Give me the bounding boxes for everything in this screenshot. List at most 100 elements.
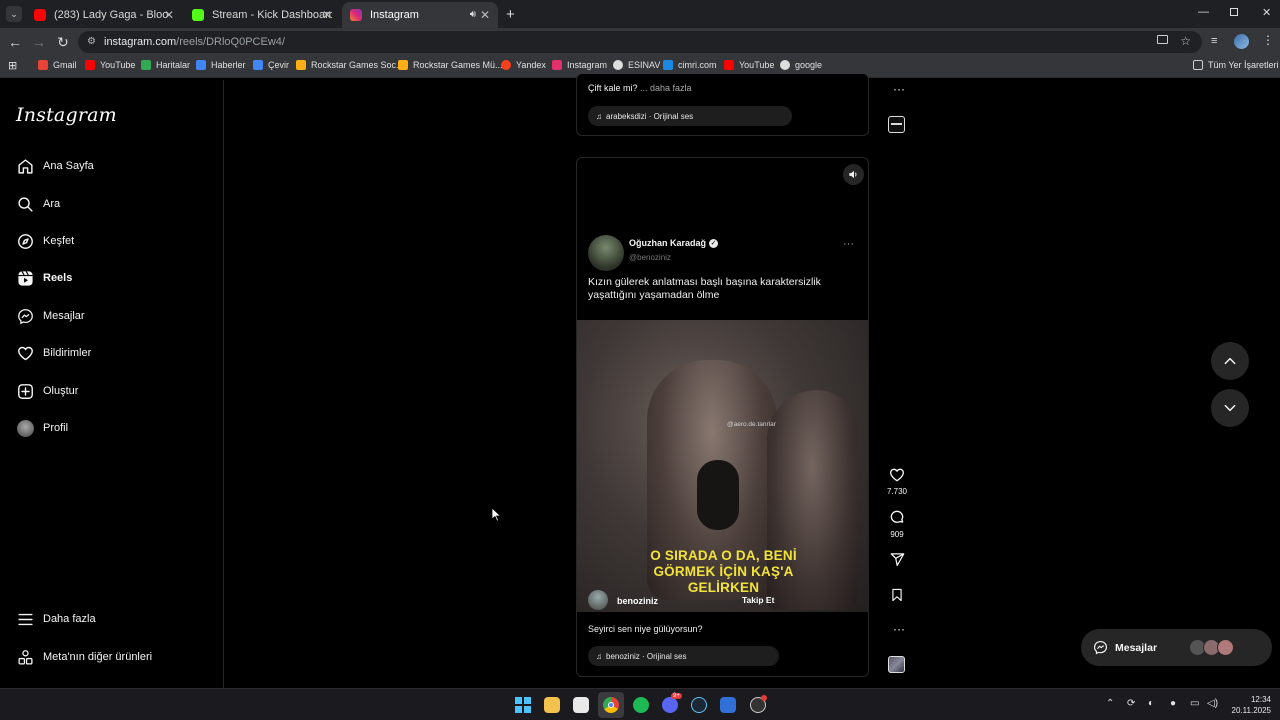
bookmark-label: YouTube bbox=[100, 60, 136, 70]
file-explorer-icon[interactable] bbox=[544, 697, 560, 713]
media-control-icon[interactable]: ≡ bbox=[1211, 35, 1217, 47]
store-icon[interactable] bbox=[573, 697, 589, 713]
messages-floating-button[interactable]: Mesajlar bbox=[1081, 629, 1272, 666]
bookmark-rockstar-music[interactable]: Rockstar Games Mü... bbox=[398, 60, 503, 70]
next-reel-button[interactable] bbox=[1211, 389, 1249, 427]
bookmark-star-icon[interactable]: ☆ bbox=[1180, 34, 1191, 48]
sidebar-item-notifications[interactable]: Bildirimler bbox=[16, 341, 91, 365]
install-app-icon[interactable] bbox=[1157, 35, 1168, 44]
microphone-object bbox=[697, 460, 739, 530]
bookmark-icon bbox=[892, 588, 902, 602]
clock[interactable]: 12:34 20.11.2025 bbox=[1227, 694, 1271, 716]
bookmark-esinav[interactable]: ESINAV bbox=[613, 60, 660, 70]
bookmark-label: Gmail bbox=[53, 60, 77, 70]
search-icon bbox=[16, 195, 34, 213]
speaker-icon[interactable]: 🔊︎ bbox=[470, 9, 476, 20]
discord-icon[interactable]: 9+ bbox=[662, 693, 682, 713]
youtube-icon bbox=[85, 60, 95, 70]
sidebar-item-create[interactable]: Oluştur bbox=[16, 379, 78, 403]
site-info-icon[interactable]: ⚙ bbox=[87, 36, 96, 47]
tab-instagram[interactable]: Instagram 🔊︎ ✕ bbox=[342, 2, 498, 28]
comment-button[interactable] bbox=[888, 509, 906, 530]
close-tab-icon[interactable]: ✕ bbox=[322, 8, 332, 22]
bookmark-rockstar-social[interactable]: Rockstar Games Soc... bbox=[296, 60, 404, 70]
previous-audio-thumbnail[interactable] bbox=[888, 116, 905, 133]
profile-avatar[interactable] bbox=[1234, 34, 1249, 49]
tab-kick[interactable]: Stream - Kick Dashboard ✕ bbox=[184, 2, 340, 28]
follow-button[interactable]: Takip Et bbox=[739, 594, 777, 606]
sound-toggle-button[interactable] bbox=[843, 164, 864, 185]
bookmark-haritalar[interactable]: Haritalar bbox=[141, 60, 190, 70]
previous-more-icon[interactable]: ··· bbox=[888, 82, 910, 96]
reload-icon[interactable]: ↻ bbox=[55, 34, 71, 51]
chrome-menu-icon[interactable]: ⋮ bbox=[1262, 33, 1274, 47]
new-tab-button[interactable]: + bbox=[506, 6, 515, 23]
instagram-logo[interactable]: Instagram bbox=[16, 104, 117, 126]
compass-icon bbox=[16, 232, 34, 250]
like-button[interactable] bbox=[888, 467, 906, 488]
reel-video[interactable]: @aero.de.tanrlar O SIRADA O DA, BENİ GÖR… bbox=[577, 320, 868, 612]
more-link[interactable]: ... daha fazla bbox=[640, 83, 692, 93]
sidebar-item-messages[interactable]: Mesajlar bbox=[16, 304, 85, 328]
bookmark-instagram[interactable]: Instagram bbox=[552, 60, 607, 70]
apps-grid-icon[interactable]: ⊞ bbox=[8, 59, 17, 72]
tab-search-button[interactable]: ⌄ bbox=[6, 6, 22, 22]
bookmark-youtube-2[interactable]: YouTube bbox=[724, 60, 774, 70]
bookmark-yandex[interactable]: Yandex bbox=[501, 60, 546, 70]
share-button[interactable] bbox=[888, 552, 906, 572]
bookmark-cevir[interactable]: Çevir bbox=[253, 60, 289, 70]
reel-more-icon[interactable]: ··· bbox=[888, 622, 910, 636]
gpu-app-icon[interactable] bbox=[750, 695, 767, 713]
close-tab-icon[interactable]: ✕ bbox=[480, 8, 490, 22]
audio-pill[interactable]: ♫ arabeksdizi · Orijinal ses bbox=[588, 106, 792, 126]
reel-author-avatar[interactable] bbox=[588, 590, 608, 610]
spotify-icon[interactable] bbox=[633, 697, 649, 713]
bookmark-cimri[interactable]: cimri.com bbox=[663, 60, 717, 70]
save-button[interactable] bbox=[888, 587, 906, 608]
bookmark-gmail[interactable]: Gmail bbox=[38, 60, 77, 70]
close-window-icon[interactable]: ✕ bbox=[1262, 6, 1271, 19]
steam-tray-icon[interactable]: ◐ bbox=[1148, 698, 1154, 709]
audio-label: benoziniz · Orijinal ses bbox=[606, 651, 687, 661]
sidebar-item-explore[interactable]: Keşfet bbox=[16, 229, 74, 253]
bookmark-label: google bbox=[795, 60, 823, 70]
forward-icon[interactable]: → bbox=[31, 34, 47, 50]
tweet-more-icon[interactable]: ··· bbox=[843, 238, 854, 250]
audio-thumbnail[interactable] bbox=[888, 656, 905, 673]
minimize-icon[interactable]: — bbox=[1198, 6, 1209, 18]
sync-tray-icon[interactable]: ⟳ bbox=[1127, 698, 1135, 709]
sidebar-item-meta[interactable]: Meta'nın diğer ürünleri bbox=[16, 645, 152, 669]
microphone-tray-icon[interactable]: ● bbox=[1170, 698, 1176, 709]
sidebar-item-home[interactable]: Ana Sayfa bbox=[16, 154, 94, 178]
restore-icon[interactable] bbox=[1230, 8, 1238, 16]
sidebar-item-label: Oluştur bbox=[43, 385, 79, 397]
start-button-icon[interactable] bbox=[515, 697, 531, 713]
bookmark-google[interactable]: google bbox=[780, 60, 822, 70]
sidebar-item-profile[interactable]: Profil bbox=[16, 416, 68, 440]
audio-pill[interactable]: ♫ benoziniz · Orijinal ses bbox=[588, 646, 779, 666]
bookmark-label: Rockstar Games Soc... bbox=[311, 60, 404, 70]
previous-reel-button[interactable] bbox=[1211, 342, 1249, 380]
display-tray-icon[interactable]: ▭ bbox=[1190, 698, 1199, 709]
bookmark-haberler[interactable]: Haberler bbox=[196, 60, 246, 70]
bookmark-label: Rockstar Games Mü... bbox=[413, 60, 503, 70]
tab-youtube[interactable]: (283) Lady Gaga - Bloody Mary ✕ bbox=[26, 2, 182, 28]
like-count: 7.730 bbox=[886, 487, 908, 496]
sidebar-item-search[interactable]: Ara bbox=[16, 192, 60, 216]
show-hidden-icons[interactable]: ⌃ bbox=[1106, 698, 1114, 709]
steam-icon[interactable] bbox=[691, 697, 707, 713]
reel-username[interactable]: benoziniz bbox=[617, 596, 658, 606]
sidebar-item-reels[interactable]: Reels bbox=[16, 266, 72, 290]
address-bar[interactable]: ⚙ instagram.com/reels/DRloQ0PCEw4/ ☆ bbox=[78, 31, 1202, 53]
volume-tray-icon[interactable]: ◁) bbox=[1207, 698, 1218, 709]
sidebar-item-more[interactable]: Daha fazla bbox=[16, 607, 96, 631]
sidebar-item-label: Ara bbox=[43, 198, 61, 210]
close-tab-icon[interactable]: ✕ bbox=[164, 8, 174, 22]
bookmark-youtube[interactable]: YouTube bbox=[85, 60, 135, 70]
folder-icon bbox=[1193, 60, 1203, 70]
back-icon[interactable]: ← bbox=[7, 34, 23, 50]
all-bookmarks[interactable]: Tüm Yer İşaretleri bbox=[1193, 60, 1279, 70]
network-app-icon[interactable] bbox=[720, 697, 736, 713]
chrome-taskbar-button[interactable] bbox=[598, 692, 624, 718]
subtitle-line: O SIRADA O DA, BENİ bbox=[650, 548, 797, 563]
